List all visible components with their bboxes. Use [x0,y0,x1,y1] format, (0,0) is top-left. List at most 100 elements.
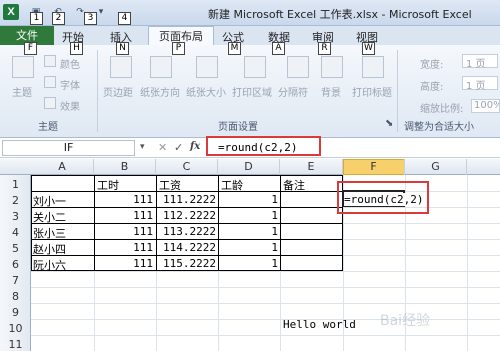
row-header-3[interactable]: 3 [0,210,31,223]
highlight-box-cell [337,181,429,214]
group-divider [397,50,398,132]
cell-name[interactable]: 关小二 [33,209,66,225]
cell-name[interactable]: 赵小四 [33,241,66,257]
keytip-page-layout: P [172,42,185,55]
row-header-8[interactable]: 8 [0,290,31,303]
row-header-5[interactable]: 5 [0,242,31,255]
column-header-a[interactable]: A [31,159,94,175]
cell-name[interactable]: 阮小六 [33,257,66,273]
cell-pay[interactable]: 115.2222 [156,257,216,270]
table-border [31,255,343,256]
row-header-2[interactable]: 2 [0,194,31,207]
background-icon [321,56,343,78]
column-header-c[interactable]: C [156,159,218,175]
print-titles-button[interactable]: 打印标题 [352,84,392,99]
excel-app-icon[interactable]: X [3,4,19,20]
row-header-6[interactable]: 6 [0,258,31,271]
cell-hours[interactable]: 111 [94,225,153,238]
row-headers: 1 2 3 4 5 6 7 8 9 10 11 [0,175,31,351]
cell-pay[interactable]: 114.2222 [156,241,216,254]
title-bar: X ▣ ↶ ↷ ▾ 1 2 3 4 新建 Microsoft Excel 工作表… [0,0,500,26]
margins-icon [110,56,132,78]
header-cell-years[interactable]: 工龄 [221,177,243,193]
keytip-formulas: M [228,42,241,55]
row-header-10[interactable]: 10 [0,322,31,335]
header-cell-notes[interactable]: 备注 [283,177,305,193]
margins-button[interactable]: 页边距 [103,84,133,99]
row-header-11[interactable]: 11 [0,338,31,351]
keytip-quick-1: 1 [30,12,43,25]
size-icon [196,56,218,78]
cell-name[interactable]: 刘小一 [33,193,66,209]
print-area-button[interactable]: 打印区域 [232,84,272,99]
keytip-quick-2: 2 [52,12,65,25]
height-field[interactable]: 1 页 [462,76,498,92]
cell-pay[interactable]: 112.2222 [156,209,216,222]
column-header-e[interactable]: E [280,159,343,175]
cell-years[interactable]: 1 [218,257,278,270]
breaks-button[interactable]: 分隔符 [278,84,308,99]
size-button[interactable]: 纸张大小 [186,84,226,99]
keytip-home: H [70,42,83,55]
scale-field[interactable]: 100% [471,99,500,113]
column-header-g[interactable]: G [405,159,467,175]
cell-hours[interactable]: 111 [94,209,153,222]
colors-button[interactable]: 颜色 [60,56,80,71]
group-divider [97,50,98,132]
fonts-button[interactable]: 字体 [60,77,80,92]
row-header-7[interactable]: 7 [0,274,31,287]
cell-hours[interactable]: 111 [94,241,153,254]
cell-name[interactable]: 张小三 [33,225,66,241]
print-area-icon [244,56,266,78]
themes-icon[interactable] [12,56,34,78]
cell-pay[interactable]: 113.2222 [156,225,216,238]
colors-icon [44,55,56,67]
enter-icon[interactable]: ✓ [174,141,183,154]
cell-pay[interactable]: 111.2222 [156,193,216,206]
breaks-icon [287,56,309,78]
scale-group-label: 调整为合适大小 [404,122,474,133]
cancel-icon[interactable]: ✕ [158,141,167,154]
watermark: Bai经验 [380,313,431,329]
column-header-d[interactable]: D [218,159,280,175]
gridline [31,303,500,304]
row-header-4[interactable]: 4 [0,226,31,239]
width-field[interactable]: 1 页 [462,54,498,70]
header-cell-pay[interactable]: 工资 [159,177,181,193]
themes-button[interactable]: 主题 [12,84,32,99]
name-box[interactable]: IF [2,140,135,156]
gridline [31,271,500,272]
gridline [31,287,500,288]
column-header-b[interactable]: B [94,159,156,175]
cell-years[interactable]: 1 [218,225,278,238]
keytip-insert: N [116,42,129,55]
orientation-icon [150,56,172,78]
header-cell-hours[interactable]: 工时 [97,177,119,193]
page-setup-group-label: 页面设置 [218,122,258,133]
cell-years[interactable]: 1 [218,193,278,206]
keytip-quick-4: 4 [118,12,131,25]
note-cell[interactable]: Hello world [283,318,356,331]
effects-button[interactable]: 效果 [60,98,80,113]
keytip-review: R [318,42,331,55]
table-border [31,207,343,208]
print-titles-icon [362,56,384,78]
effects-icon [44,97,56,109]
page-setup-launcher-icon[interactable]: ⬊ [385,118,393,129]
cell-hours[interactable]: 111 [94,193,153,206]
row-header-9[interactable]: 9 [0,306,31,319]
row-header-1[interactable]: 1 [0,178,31,191]
keytip-data: A [272,42,285,55]
name-box-dropdown-icon[interactable]: ▾ [140,142,145,152]
background-button[interactable]: 背景 [321,84,341,99]
cell-hours[interactable]: 111 [94,257,153,270]
orientation-button[interactable]: 纸张方向 [140,84,180,99]
cell-years[interactable]: 1 [218,241,278,254]
cell-years[interactable]: 1 [218,209,278,222]
column-header-f[interactable]: F [343,159,405,175]
fonts-icon [44,76,56,88]
table-border [31,239,343,240]
insert-function-icon[interactable]: fx [190,141,200,152]
gridline [31,335,500,336]
height-label: 高度: [420,82,444,93]
